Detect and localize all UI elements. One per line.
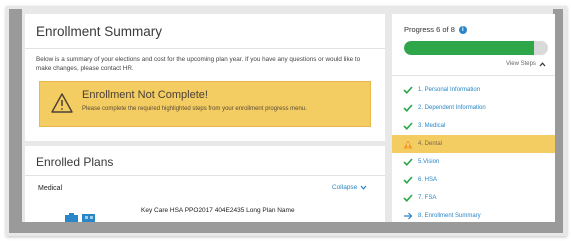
alert-title: Enrollment Not Complete!	[82, 89, 208, 101]
step-hsa[interactable]: 6. HSA	[392, 171, 555, 189]
progress-bar-fill	[404, 41, 534, 55]
plan-name: Key Care HSA PPO2017 404E2435 Long Plan …	[141, 207, 295, 214]
step-dental[interactable]: 4. Dental	[392, 135, 555, 153]
plan-logo-icon	[65, 213, 95, 222]
checkmark-icon	[402, 85, 413, 96]
progress-title: Progress 6 of 8 i	[404, 25, 467, 34]
checkmark-icon	[402, 121, 413, 132]
step-label: 5.Vision	[418, 159, 440, 165]
step-fsa[interactable]: 7. FSA	[392, 189, 555, 207]
collapse-button[interactable]: Collapse	[332, 184, 367, 191]
checkmark-icon	[402, 103, 413, 114]
plans-divider	[25, 175, 385, 176]
step-enrollment-summary[interactable]: 8. Enrollment Summary	[392, 207, 555, 225]
checkmark-icon	[402, 193, 413, 204]
step-label: 4. Dental	[418, 141, 443, 147]
step-label: 7. FSA	[418, 195, 437, 201]
step-vision[interactable]: 5.Vision	[392, 153, 555, 171]
view-steps-toggle[interactable]: View Steps	[506, 61, 546, 67]
step-label: 2. Dependent Information	[418, 105, 486, 111]
step-dependent-information[interactable]: 2. Dependent Information	[392, 99, 555, 117]
progress-bar	[404, 41, 548, 55]
step-personal-information[interactable]: 1. Personal Information	[392, 81, 555, 99]
summary-description: Below is a summary of your elections and…	[36, 56, 361, 72]
enrollment-alert: Enrollment Not Complete! Please complete…	[39, 81, 371, 127]
view-steps-label: View Steps	[506, 61, 536, 67]
progress-divider	[392, 75, 555, 76]
left-border	[9, 9, 22, 233]
enrolled-plans-title: Enrolled Plans	[36, 155, 114, 169]
checkmark-icon	[402, 157, 413, 168]
progress-card: Progress 6 of 8 i View Steps 1. Personal…	[392, 14, 555, 222]
enrollment-summary-card: Enrollment Summary Below is a summary of…	[25, 14, 385, 141]
step-label: 1. Personal Information	[418, 87, 481, 93]
steps-list: 1. Personal Information 2. Dependent Inf…	[392, 81, 555, 225]
collapse-label: Collapse	[332, 184, 358, 191]
chevron-down-icon	[360, 185, 367, 190]
enrolled-plans-card: Enrolled Plans Medical Collapse Key Care…	[25, 146, 385, 222]
progress-title-text: Progress 6 of 8	[404, 25, 455, 34]
step-medical[interactable]: 3. Medical	[392, 117, 555, 135]
medical-section-label: Medical	[38, 185, 63, 192]
arrow-right-icon	[402, 211, 413, 222]
checkmark-icon	[402, 175, 413, 186]
step-label: 3. Medical	[418, 123, 446, 129]
summary-divider	[25, 48, 385, 49]
info-icon[interactable]: i	[458, 25, 467, 34]
step-label: 8. Enrollment Summary	[418, 213, 481, 219]
warning-icon	[51, 93, 73, 113]
warning-icon	[402, 139, 413, 150]
step-label: 6. HSA	[418, 177, 438, 183]
enrollment-summary-title: Enrollment Summary	[36, 24, 163, 39]
chevron-up-icon	[539, 61, 546, 66]
alert-message: Please complete the required highlighted…	[82, 106, 307, 112]
